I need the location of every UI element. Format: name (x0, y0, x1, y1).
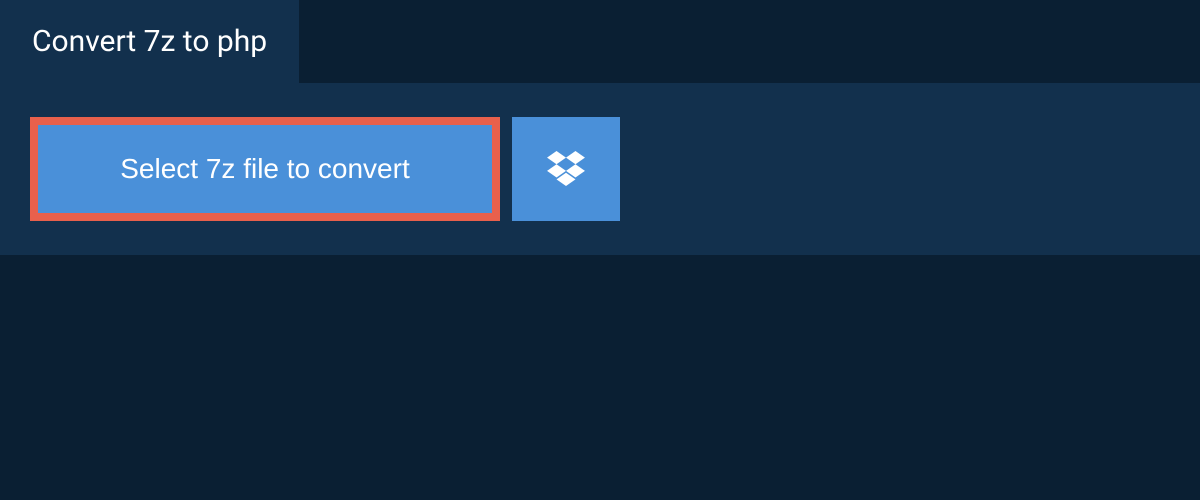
tab-bar: Convert 7z to php (0, 0, 1200, 83)
tab-label: Convert 7z to php (32, 24, 267, 59)
dropbox-icon (547, 151, 585, 187)
upload-panel: Select 7z file to convert (0, 83, 1200, 255)
tab-convert[interactable]: Convert 7z to php (0, 0, 299, 83)
dropbox-button[interactable] (512, 117, 620, 221)
select-file-button[interactable]: Select 7z file to convert (30, 117, 500, 221)
select-file-label: Select 7z file to convert (120, 153, 409, 185)
